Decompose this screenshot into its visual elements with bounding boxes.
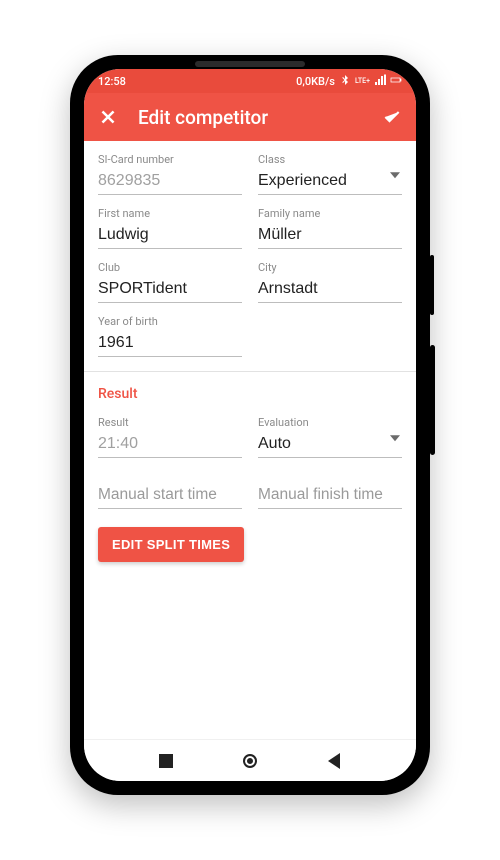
evaluation-select[interactable] xyxy=(258,431,402,458)
status-net-speed: 0,0KB/s xyxy=(296,75,335,88)
screen: 12:58 0,0KB/s LTE+ Edit competitor xyxy=(84,69,416,781)
form-content: SI-Card number Class First name Family n… xyxy=(84,141,416,739)
square-icon xyxy=(159,754,173,768)
phone-side-button xyxy=(430,345,435,455)
class-field: Class xyxy=(258,153,402,195)
edit-split-times-button[interactable]: EDIT SPLIT TIMES xyxy=(98,527,244,562)
result-input[interactable] xyxy=(98,431,242,458)
family-name-input[interactable] xyxy=(258,222,402,249)
club-label: Club xyxy=(98,261,242,274)
si-card-label: SI-Card number xyxy=(98,153,242,166)
city-label: City xyxy=(258,261,402,274)
class-label: Class xyxy=(258,153,402,166)
si-card-field: SI-Card number xyxy=(98,153,242,195)
status-indicators: 0,0KB/s LTE+ xyxy=(296,74,402,89)
club-input[interactable] xyxy=(98,276,242,303)
bluetooth-icon xyxy=(339,74,351,89)
result-label: Result xyxy=(98,416,242,429)
first-name-label: First name xyxy=(98,207,242,220)
manual-start-input[interactable] xyxy=(98,482,242,509)
si-card-input[interactable] xyxy=(98,168,242,195)
yob-input[interactable] xyxy=(98,330,242,357)
family-name-field: Family name xyxy=(258,207,402,249)
triangle-left-icon xyxy=(328,753,340,769)
evaluation-label: Evaluation xyxy=(258,416,402,429)
result-section-title: Result xyxy=(98,386,402,402)
yob-field: Year of birth xyxy=(98,315,242,357)
close-icon[interactable] xyxy=(96,105,120,129)
evaluation-field: Evaluation xyxy=(258,416,402,458)
status-bar: 12:58 0,0KB/s LTE+ xyxy=(84,69,416,93)
page-title: Edit competitor xyxy=(138,106,380,129)
android-nav-bar xyxy=(84,739,416,781)
club-field: Club xyxy=(98,261,242,303)
result-field: Result xyxy=(98,416,242,458)
city-field: City xyxy=(258,261,402,303)
yob-label: Year of birth xyxy=(98,315,242,328)
circle-icon xyxy=(243,754,257,768)
app-bar: Edit competitor xyxy=(84,93,416,141)
first-name-field: First name xyxy=(98,207,242,249)
confirm-icon[interactable] xyxy=(380,105,404,129)
divider xyxy=(84,371,416,372)
phone-side-button xyxy=(430,255,434,315)
nav-back-button[interactable] xyxy=(325,752,343,770)
nav-recent-button[interactable] xyxy=(157,752,175,770)
class-select[interactable] xyxy=(258,168,402,195)
manual-finish-input[interactable] xyxy=(258,482,402,509)
battery-icon xyxy=(390,74,402,89)
phone-notch xyxy=(195,61,305,67)
first-name-input[interactable] xyxy=(98,222,242,249)
family-name-label: Family name xyxy=(258,207,402,220)
city-input[interactable] xyxy=(258,276,402,303)
phone-frame: 12:58 0,0KB/s LTE+ Edit competitor xyxy=(70,55,430,795)
nav-home-button[interactable] xyxy=(241,752,259,770)
status-net-label: LTE+ xyxy=(355,78,370,85)
status-time: 12:58 xyxy=(98,75,126,88)
signal-icon xyxy=(374,74,386,89)
spacer xyxy=(258,315,402,357)
